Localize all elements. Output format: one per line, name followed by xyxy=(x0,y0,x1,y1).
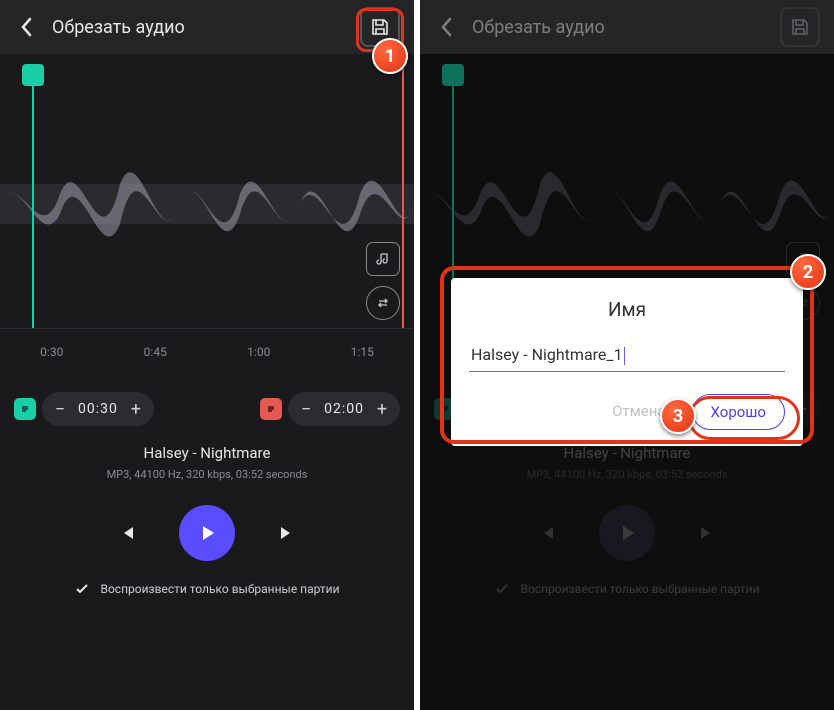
end-chip-icon xyxy=(260,398,282,420)
play-button[interactable] xyxy=(179,505,235,561)
start-minus[interactable]: − xyxy=(46,399,74,420)
callout-highlight-ok xyxy=(688,396,800,440)
start-time[interactable]: 00:30 xyxy=(74,401,122,417)
time-tick: 1:00 xyxy=(247,345,270,359)
play-selection-label: Воспроизвести только выбранные партии xyxy=(100,582,339,596)
callout-2: 2 xyxy=(790,254,826,290)
header: Обрезать аудио xyxy=(0,0,414,54)
time-tick: 0:45 xyxy=(144,345,167,359)
trim-end-marker[interactable] xyxy=(402,68,404,328)
back-button[interactable] xyxy=(14,15,38,39)
page-title: Обрезать аудио xyxy=(472,17,780,38)
skip-next-icon xyxy=(275,521,299,545)
save-icon xyxy=(790,17,810,37)
save-button[interactable] xyxy=(780,7,820,47)
waveform xyxy=(0,124,414,284)
player-controls xyxy=(0,505,414,561)
play-selection-row[interactable]: Воспроизвести только выбранные партии xyxy=(0,581,414,597)
time-tick: 1:15 xyxy=(351,345,374,359)
header: Обрезать аудио xyxy=(420,0,834,54)
screen-left: Обрезать аудио 1 xyxy=(0,0,414,710)
next-button[interactable] xyxy=(271,517,303,549)
dialog-title: Имя xyxy=(469,298,785,321)
filename-input[interactable]: Halsey - Nightmare_1 xyxy=(469,339,785,372)
music-note-icon xyxy=(375,251,391,267)
track-info: Halsey - Nightmare MP3, 44100 Hz, 320 kb… xyxy=(0,444,414,481)
check-icon xyxy=(74,581,90,597)
callout-1: 1 xyxy=(372,38,408,74)
track-title: Halsey - Nightmare xyxy=(0,444,414,462)
music-note-button[interactable] xyxy=(366,242,400,276)
play-icon xyxy=(196,522,218,544)
page-title: Обрезать аудио xyxy=(52,17,360,38)
track-meta: MP3, 44100 Hz, 320 kbps, 03:52 seconds xyxy=(0,468,414,481)
swap-icon xyxy=(375,295,391,311)
start-plus[interactable]: + xyxy=(122,399,150,420)
prev-button[interactable] xyxy=(111,517,143,549)
time-controls: − 00:30 + − 02:00 + xyxy=(0,374,414,434)
timeline: 0:30 0:45 1:00 1:15 xyxy=(0,328,414,364)
start-chip-icon xyxy=(14,398,36,420)
waveform-area[interactable]: 0:30 0:45 1:00 1:15 xyxy=(0,54,414,374)
end-plus[interactable]: + xyxy=(368,399,396,420)
time-tick: 0:30 xyxy=(40,345,63,359)
start-time-control: − 00:30 + xyxy=(14,392,154,426)
trim-start-marker[interactable] xyxy=(32,68,34,328)
swap-button[interactable] xyxy=(366,286,400,320)
skip-prev-icon xyxy=(115,521,139,545)
end-time-control: − 02:00 + xyxy=(260,392,400,426)
screen-right: Обрезать аудио 0:30 0 xyxy=(420,0,834,710)
callout-3: 3 xyxy=(660,398,696,434)
back-button[interactable] xyxy=(434,15,458,39)
end-minus[interactable]: − xyxy=(292,399,320,420)
end-time[interactable]: 02:00 xyxy=(320,401,368,417)
